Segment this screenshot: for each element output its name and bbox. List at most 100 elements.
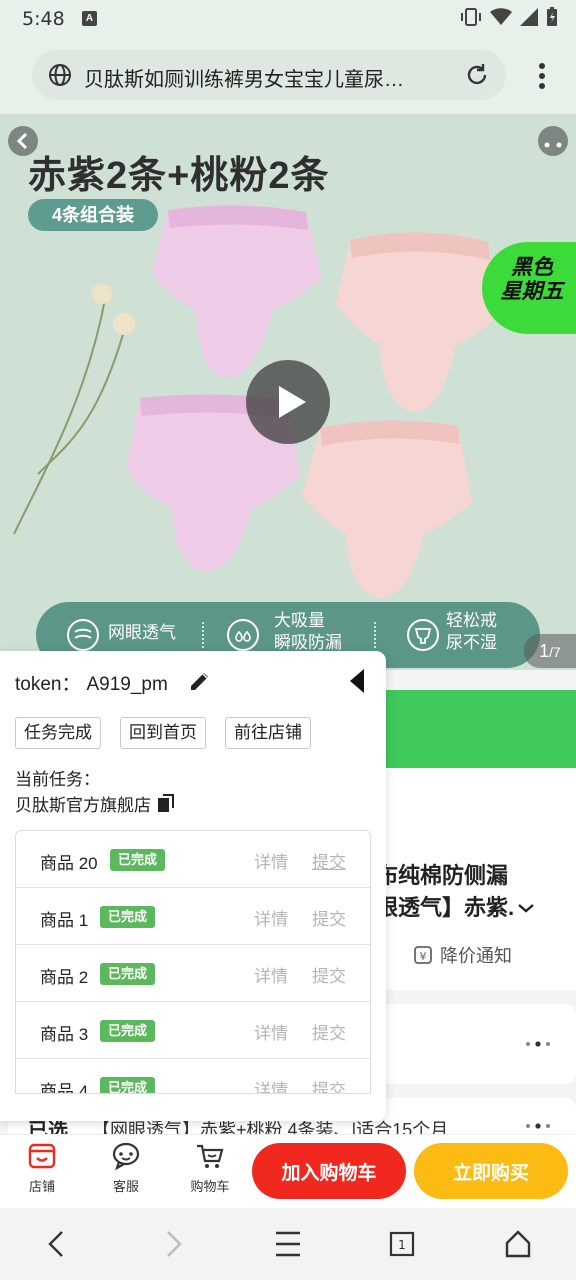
battery-icon [547,7,557,26]
more-horiz-icon [544,142,562,148]
play-video-button[interactable] [246,360,330,444]
token-value: A919_pm [86,674,168,695]
chevron-left-icon [16,132,28,150]
cart-button[interactable]: 购物车 [180,1141,240,1195]
browser-nav-bar: 1 [0,1208,576,1280]
product-gallery[interactable]: 赤紫2条+桃粉2条 4条组合装 黑色 星期五 网眼透气 大吸量 瞬吸防漏 轻松戒… [0,114,576,670]
task-name: 商品 2 [40,968,89,987]
status-badge: 已完成 [100,906,156,928]
go-to-store-button[interactable]: 前往店铺 [225,717,311,749]
svg-text:¥: ¥ [420,950,427,963]
token-row: token： A919_pm [15,669,168,696]
cart-label: 购物车 [190,1179,230,1194]
black-friday-badge[interactable]: 黑色 星期五 [482,242,576,334]
home-icon[interactable] [504,1228,532,1260]
drops-icon [227,619,259,651]
feature-divider [202,622,204,648]
task-detail-link[interactable]: 详情 [254,962,288,987]
status-badge: 已完成 [100,963,156,985]
store-icon [28,1143,56,1169]
mesh-icon [67,619,99,651]
product-title-line1[interactable]: 布纯棉防侧漏 [376,858,508,890]
more-horiz-icon [526,1041,550,1047]
task-submit-link[interactable]: 提交 [312,848,346,873]
pants-icon [407,619,439,651]
task-detail-link[interactable]: 详情 [254,848,288,873]
svg-text:1: 1 [398,1238,406,1252]
status-badge: 已完成 [110,849,166,871]
task-name: 商品 20 [40,854,98,873]
forward-arrow-icon[interactable] [162,1228,186,1260]
task-name: 商品 4 [40,1082,89,1094]
status-badge: 已完成 [100,1077,156,1093]
cart-icon [197,1144,224,1168]
back-home-button[interactable]: 回到首页 [120,717,206,749]
feature-1: 网眼透气 [108,622,176,644]
vibrate-icon [461,8,481,26]
task-submit-link[interactable]: 提交 [312,962,346,987]
browser-toolbar: 贝肽斯如厕训练裤男女宝宝儿童尿… [0,38,576,114]
feature-3: 轻松戒 尿不湿 [446,610,497,654]
promo-line1: 黑色 [511,256,553,279]
pink-pant-top-left [152,205,322,378]
task-submit-link[interactable]: 提交 [312,905,346,930]
accessibility-badge: A [82,11,97,26]
screen: 5:48 A 贝肽斯如厕训练裤男女宝宝儿童尿… 赤紫2条+桃粉2条 4条组合装 [0,0,576,1280]
more-vert-icon[interactable] [538,62,546,90]
task-list[interactable]: 商品 20 已完成 详情 提交 商品 1 已完成 详情 提交 商品 2 已完成 … [15,830,371,1094]
task-complete-button[interactable]: 任务完成 [15,717,101,749]
status-bar: 5:48 A [0,0,576,38]
status-badge: 已完成 [100,1020,156,1042]
product-title-line2[interactable]: 眼透气】赤紫. [376,890,536,922]
gallery-back-button[interactable] [8,126,38,156]
feature-divider [374,622,376,648]
chevron-down-icon [518,904,534,913]
buy-now-button[interactable]: 立即购买 [414,1143,568,1199]
wifi-icon [490,8,512,25]
collapse-panel-icon[interactable] [348,667,366,695]
flower-decoration [13,284,135,535]
task-submit-link[interactable]: 提交 [312,1076,346,1093]
feature-1-line1: 网眼透气 [108,623,176,642]
store-button[interactable]: 店铺 [12,1141,72,1195]
task-detail-link[interactable]: 详情 [254,1076,288,1093]
gallery-page-indicator: 1/7 [524,634,576,668]
price-notify-button[interactable]: ¥ 降价通知 [412,942,512,968]
feature-2: 大吸量 瞬吸防漏 [274,610,342,654]
combo-badge: 4条组合装 [28,199,158,231]
url-text: 贝肽斯如厕训练裤男女宝宝儿童尿… [84,69,404,91]
feature-2-line1: 大吸量 [274,611,325,630]
address-bar[interactable]: 贝肽斯如厕训练裤男女宝宝儿童尿… [32,50,506,100]
service-button[interactable]: 客服 [96,1141,156,1195]
page-current: 1 [539,641,550,661]
more-horiz-icon [526,1123,550,1129]
status-time: 5:48 [22,8,65,30]
token-label: token： [15,674,81,695]
task-row: 商品 3 已完成 详情 提交 [16,1002,370,1059]
current-store-name: 贝肽斯官方旗舰店 [15,796,151,815]
system-icons [460,7,558,27]
back-arrow-icon[interactable] [44,1228,68,1260]
reload-icon[interactable] [464,62,490,88]
price-notify-label: 降价通知 [440,946,512,966]
task-submit-link[interactable]: 提交 [312,1019,346,1044]
feature-3-line2: 尿不湿 [446,633,497,652]
product-title-line2-text: 眼透气】赤紫. [376,895,515,920]
menu-icon[interactable] [274,1228,302,1260]
gallery-more-button[interactable] [538,126,568,156]
task-row: 商品 20 已完成 详情 提交 [16,831,370,888]
signal-icon [520,8,538,26]
copy-icon[interactable] [157,793,175,814]
current-task-label: 当前任务： [15,770,100,789]
page-total: /7 [549,644,561,660]
task-detail-link[interactable]: 详情 [254,1019,288,1044]
service-label: 客服 [112,1179,139,1194]
current-store: 贝肽斯官方旗舰店 [15,791,175,816]
task-row: 商品 1 已完成 详情 提交 [16,888,370,945]
tabs-icon[interactable]: 1 [388,1228,416,1260]
edit-icon[interactable] [188,669,212,693]
feature-3-line1: 轻松戒 [446,611,497,630]
task-detail-link[interactable]: 详情 [254,905,288,930]
add-to-cart-button[interactable]: 加入购物车 [252,1143,406,1199]
purchase-action-bar: 店铺 客服 购物车 加入购物车 立即购买 [0,1134,576,1208]
